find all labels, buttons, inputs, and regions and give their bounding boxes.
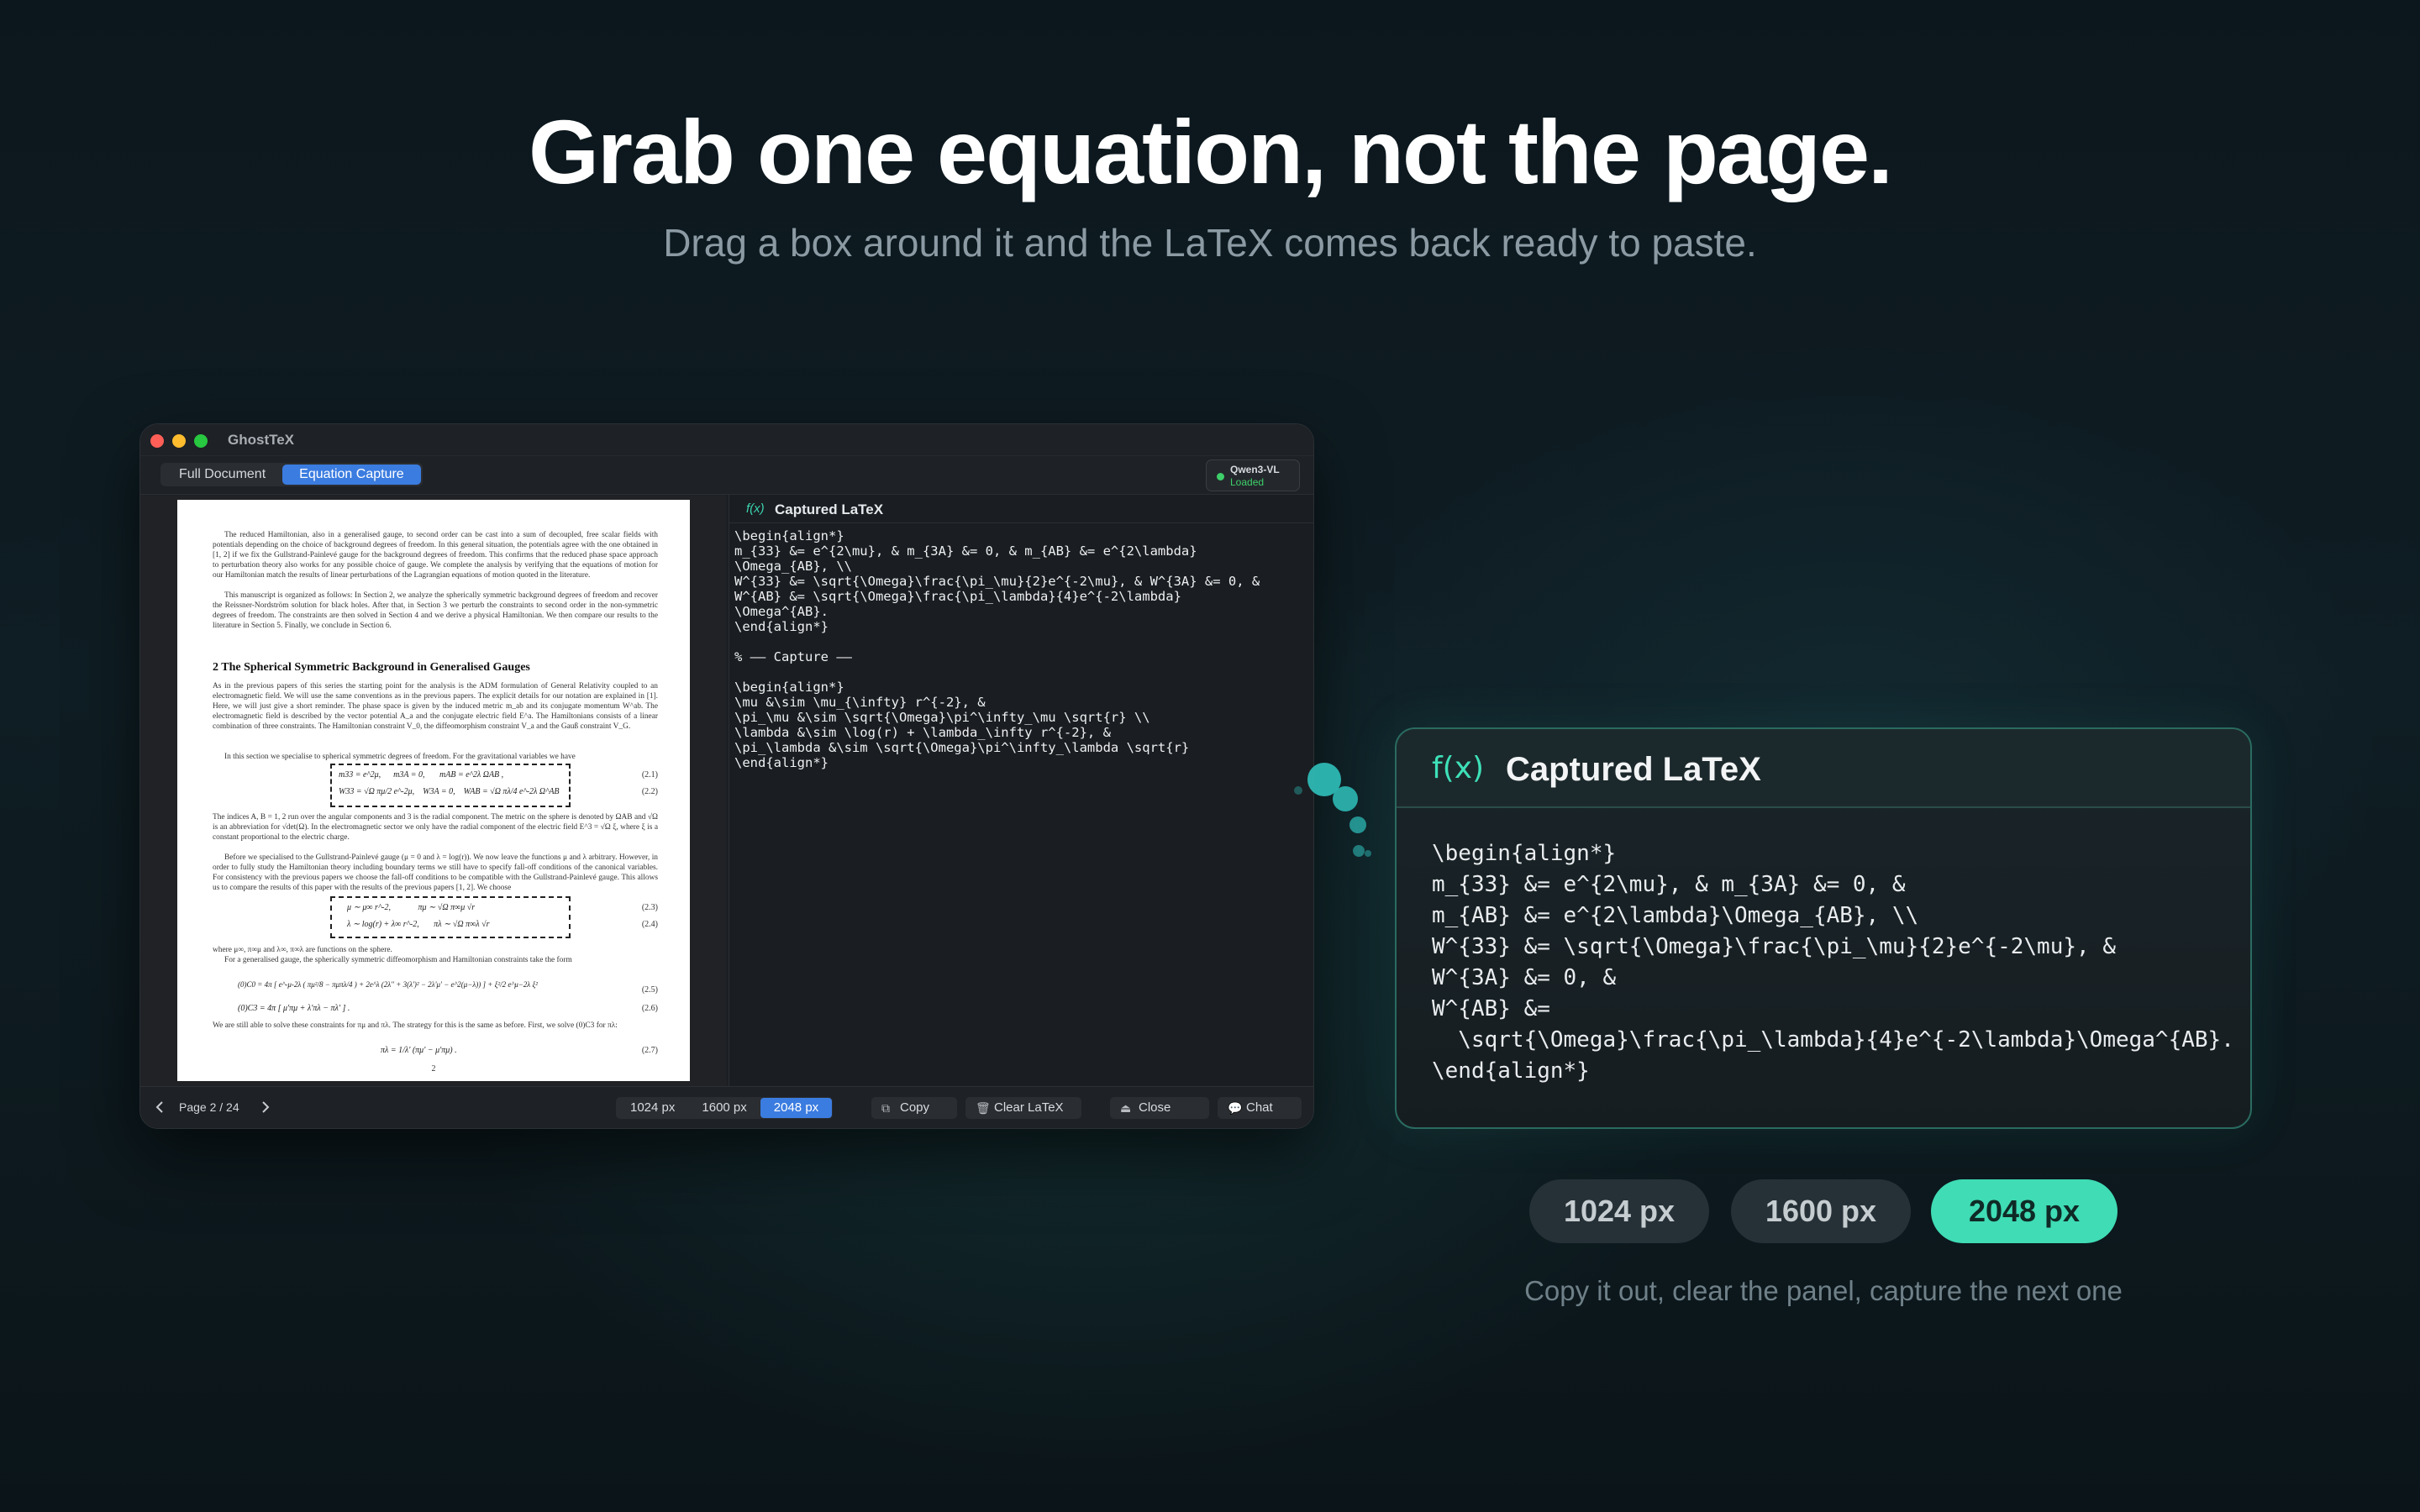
latex-output[interactable]: \begin{align*} m_{33} &= e^{2\mu}, & m_{…	[734, 528, 1310, 770]
connector-drop	[1353, 845, 1365, 857]
title-bar[interactable]: GhostTeX	[140, 424, 1313, 456]
app-window: GhostTeX Full Document Equation Capture …	[139, 423, 1314, 1129]
chevron-right-icon	[262, 1101, 270, 1113]
equation-number: (2.4)	[641, 920, 658, 929]
main-content: The reduced Hamiltonian, also in a gener…	[140, 495, 1313, 1086]
pdf-paragraph: In this section we specialise to spheric…	[224, 753, 576, 761]
zoom-window-button[interactable]	[194, 434, 208, 448]
close-button[interactable]: ⏏ Close	[1110, 1097, 1209, 1119]
card-latex-code[interactable]: \begin{align*} m_{33} &= e^{2\mu}, & m_{…	[1432, 838, 2242, 1087]
resolution-pill-2048[interactable]: 2048 px	[1931, 1179, 2118, 1243]
app-title: GhostTeX	[228, 432, 295, 448]
card-header: f(x) Captured LaTeX	[1397, 729, 2250, 808]
equation-text: m33 = e^2μ, m3A = 0, mAB = e^2λ ΩAB ,	[339, 770, 504, 780]
equation-text: μ ∼ μ∞ r^-2, πμ ∼ √Ω π∞μ √r	[347, 903, 476, 912]
mode-segmented-control: Full Document Equation Capture	[160, 463, 423, 486]
hero-title: Grab one equation, not the page.	[528, 101, 1893, 202]
pdf-paragraph: where μ∞, π∞μ and λ∞, π∞λ are functions …	[213, 946, 392, 954]
pdf-paragraph: The indices A, B = 1, 2 run over the ang…	[213, 813, 658, 842]
close-window-button[interactable]	[150, 434, 164, 448]
copy-button[interactable]: ⧉ Copy	[871, 1097, 957, 1119]
tab-equation-capture[interactable]: Equation Capture	[282, 465, 421, 485]
pdf-paragraph: The reduced Hamiltonian, also in a gener…	[213, 531, 658, 580]
pdf-equation: W33 = √Ω πμ/2 e^-2μ, W3A = 0, WAB = √Ω π…	[213, 785, 658, 801]
latex-panel-header: f(x) Captured LaTeX	[729, 495, 1313, 523]
chat-label: Chat	[1246, 1100, 1273, 1115]
pdf-viewer[interactable]: The reduced Hamiltonian, also in a gener…	[140, 495, 727, 1086]
latex-panel-title: Captured LaTeX	[775, 501, 884, 517]
pdf-paragraph: As in the previous papers of this series…	[213, 682, 658, 731]
pdf-equation: μ ∼ μ∞ r^-2, πμ ∼ √Ω π∞μ √r (2.3)	[213, 901, 658, 916]
minimize-window-button[interactable]	[172, 434, 186, 448]
equation-text: W33 = √Ω πμ/2 e^-2μ, W3A = 0, WAB = √Ω π…	[339, 787, 560, 796]
close-label: Close	[1139, 1100, 1171, 1115]
pdf-page[interactable]: The reduced Hamiltonian, also in a gener…	[177, 500, 690, 1081]
chat-icon: 💬	[1228, 1101, 1243, 1115]
prev-page-button[interactable]	[152, 1099, 169, 1116]
model-status-badge[interactable]: Qwen3-VL Loaded	[1206, 459, 1300, 491]
equation-number: (2.3)	[641, 903, 658, 912]
chat-button[interactable]: 💬 Chat	[1218, 1097, 1302, 1119]
status-dot-icon	[1217, 473, 1224, 480]
equation-number: (2.2)	[641, 787, 658, 796]
equation-text: πλ = 1/λ' (πμ' − μ'πμ) .	[381, 1046, 457, 1055]
connector-drop	[1365, 850, 1371, 857]
pdf-section-heading: 2 The Spherical Symmetric Background in …	[213, 661, 530, 674]
equation-number: (2.5)	[641, 985, 658, 995]
resolution-pill-1600[interactable]: 1600 px	[1731, 1179, 1911, 1243]
status-bar: Page 2 / 24 1024 px 1600 px 2048 px ⧉ Co…	[140, 1086, 1313, 1128]
pdf-paragraph: This manuscript is organized as follows:…	[213, 591, 658, 630]
captured-latex-card: f(x) Captured LaTeX \begin{align*} m_{33…	[1395, 727, 2252, 1129]
pdf-equation: πλ = 1/λ' (πμ' − μ'πμ) . (2.7)	[213, 1044, 658, 1059]
pdf-equation: λ ∼ log(r) + λ∞ r^-2, πλ ∼ √Ω π∞λ √r (2.…	[213, 918, 658, 933]
equation-text: (0)C3 = 4π [ μ'πμ + λ'πλ − πλ' ] .	[238, 1004, 350, 1013]
card-title: Captured LaTeX	[1506, 751, 1761, 788]
equation-number: (2.7)	[641, 1046, 658, 1055]
trash-icon: 🗑	[976, 1101, 991, 1115]
clear-label: Clear LaTeX	[994, 1100, 1064, 1115]
pdf-paragraph: Before we specialised to the Gullstrand-…	[213, 853, 658, 892]
equation-text: λ ∼ log(r) + λ∞ r^-2, πλ ∼ √Ω π∞λ √r	[347, 920, 490, 929]
chevron-left-icon	[155, 1101, 163, 1113]
equation-number: (2.6)	[641, 1004, 658, 1013]
connector-drop	[1349, 816, 1366, 833]
resolution-1600-button[interactable]: 1600 px	[688, 1098, 760, 1118]
function-icon: f(x)	[1432, 751, 1485, 785]
pdf-equation: m33 = e^2μ, m3A = 0, mAB = e^2λ ΩAB , (2…	[213, 769, 658, 784]
toolbar: Full Document Equation Capture Qwen3-VL …	[140, 456, 1313, 495]
eject-icon: ⏏	[1120, 1101, 1132, 1115]
hero-subtitle: Drag a box around it and the LaTeX comes…	[663, 221, 1757, 265]
connector-drop	[1294, 786, 1302, 795]
pdf-paragraph: For a generalised gauge, the spherically…	[224, 956, 572, 964]
page-indicator: Page 2 / 24	[179, 1100, 239, 1114]
resolution-2048-button[interactable]: 2048 px	[760, 1098, 833, 1118]
equation-text: (0)C0 = 4π [ e^-μ-2λ ( πμ²/8 − πμπλ/4 ) …	[238, 980, 538, 989]
copy-icon: ⧉	[881, 1101, 890, 1115]
pdf-equation: (0)C3 = 4π [ μ'πμ + λ'πλ − πλ' ] . (2.6)	[213, 1002, 658, 1017]
resolution-selector: 1024 px 1600 px 2048 px	[616, 1097, 834, 1119]
next-page-button[interactable]	[256, 1099, 273, 1116]
clear-latex-button[interactable]: 🗑 Clear LaTeX	[965, 1097, 1081, 1119]
tab-full-document[interactable]: Full Document	[162, 465, 282, 485]
pdf-equation: (0)C0 = 4π [ e^-μ-2λ ( πμ²/8 − πμπλ/4 ) …	[213, 979, 658, 1000]
function-icon: f(x)	[746, 501, 765, 516]
model-name: Qwen3-VL	[1230, 464, 1280, 475]
model-status: Loaded	[1230, 476, 1265, 488]
connector-drop	[1333, 786, 1358, 811]
resolution-pill-1024[interactable]: 1024 px	[1529, 1179, 1709, 1243]
copy-label: Copy	[900, 1100, 930, 1115]
equation-number: (2.1)	[641, 770, 658, 780]
pdf-page-number: 2	[431, 1064, 436, 1074]
pdf-paragraph: We are still able to solve these constra…	[213, 1021, 618, 1030]
latex-panel: f(x) Captured LaTeX \begin{align*} m_{33…	[729, 495, 1313, 1086]
caption: Copy it out, clear the panel, capture th…	[1524, 1275, 2123, 1306]
resolution-1024-button[interactable]: 1024 px	[617, 1098, 688, 1118]
